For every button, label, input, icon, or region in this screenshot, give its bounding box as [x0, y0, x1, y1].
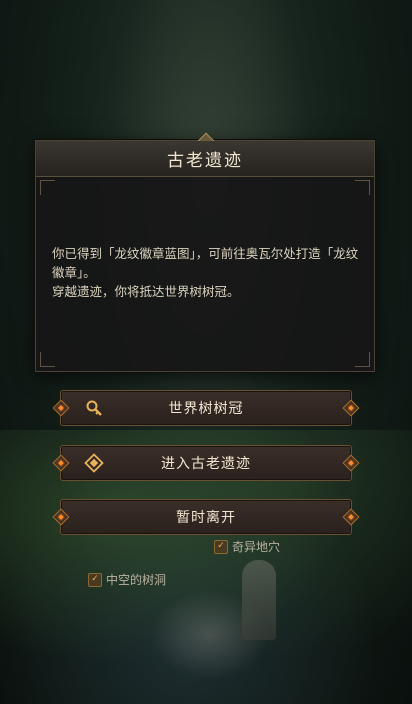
option-leave-button[interactable]: 暂时离开: [52, 499, 360, 535]
background-stone: [242, 560, 276, 640]
button-cap-right: [342, 399, 360, 417]
dialog-text-line: 你已得到「龙纹徽章蓝图」，可前往奥瓦尔处打造「龙纹徽章」。: [52, 246, 359, 280]
checkmark-icon: ✓: [214, 539, 228, 554]
map-location-hollow-tree[interactable]: ✓ 中空的树洞: [88, 571, 166, 588]
option-label: 世界树树冠: [168, 401, 244, 417]
corner-ornament: [40, 352, 55, 367]
button-cap-left: [52, 399, 70, 417]
option-enter-ruins-button[interactable]: 进入古老遗迹: [52, 445, 360, 481]
dialog-header: 古老遗迹: [36, 141, 374, 177]
checkmark-icon: ✓: [88, 572, 102, 587]
corner-ornament: [40, 180, 55, 195]
corner-ornament: [355, 180, 370, 195]
key-icon: [83, 397, 105, 419]
map-location-strange-cave[interactable]: ✓ 奇异地穴: [214, 538, 280, 555]
map-location-label: 中空的树洞: [106, 573, 167, 587]
ruins-emblem-icon: [83, 452, 105, 474]
dialog-body: 你已得到「龙纹徽章蓝图」，可前往奥瓦尔处打造「龙纹徽章」。 穿越遗迹，你将抵达世…: [52, 244, 362, 301]
map-location-label: 奇异地穴: [232, 540, 281, 554]
option-label: 进入古老遗迹: [161, 456, 251, 472]
option-world-tree-crown-button[interactable]: 世界树树冠: [52, 390, 360, 426]
event-dialog: 古老遗迹 你已得到「龙纹徽章蓝图」，可前往奥瓦尔处打造「龙纹徽章」。 穿越遗迹，…: [35, 132, 375, 372]
dialog-text-line: 穿越遗迹，你将抵达世界树树冠。: [52, 284, 240, 299]
option-label: 暂时离开: [176, 510, 236, 526]
corner-ornament: [355, 352, 370, 367]
dialog-title: 古老遗迹: [167, 151, 243, 171]
